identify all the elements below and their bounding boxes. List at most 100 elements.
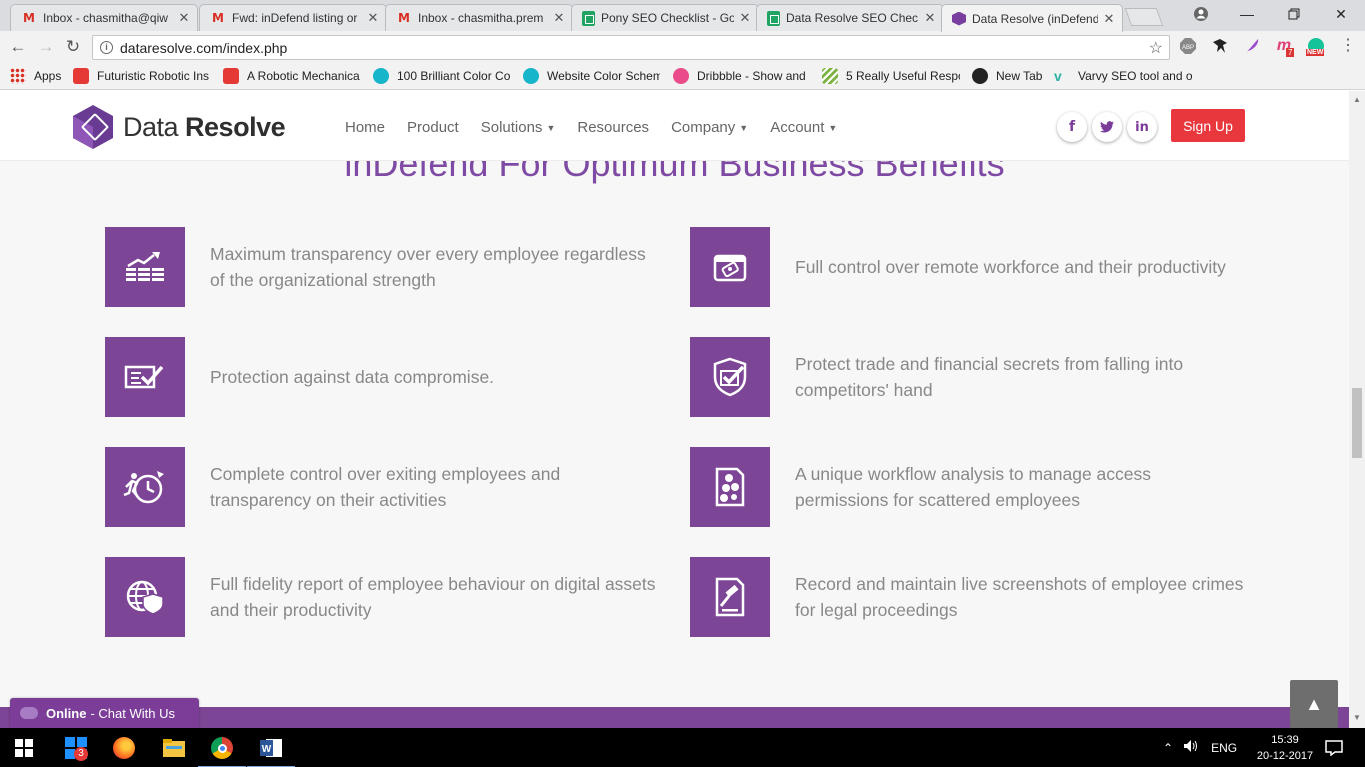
nav-home[interactable]: Home <box>345 119 385 136</box>
close-tab-icon[interactable]: ✕ <box>738 10 752 26</box>
reload-icon[interactable]: ↻ <box>63 37 83 57</box>
adblock-icon[interactable]: ABP <box>1178 36 1198 56</box>
close-tab-icon[interactable]: ✕ <box>1102 11 1116 27</box>
store-icon[interactable]: 3 <box>62 734 90 762</box>
feature-text: Complete control over exiting employees … <box>210 464 561 510</box>
workflow-icon <box>690 447 770 527</box>
word-icon[interactable]: W <box>247 734 295 767</box>
firefox-icon[interactable] <box>110 734 138 762</box>
m-extension-icon[interactable]: m 7 <box>1274 36 1295 57</box>
notification-icon[interactable] <box>1320 734 1348 762</box>
bookmark-item[interactable]: 100 Brilliant Color Co <box>373 68 511 84</box>
varvy-icon: v <box>1054 68 1062 84</box>
feature-item: Full control over remote workforce and t… <box>690 227 1245 307</box>
bookmark-item[interactable]: 5 Really Useful Respo <box>822 68 960 84</box>
language-indicator[interactable]: ENG <box>1211 741 1237 755</box>
bookmark-favicon-icon <box>972 68 988 84</box>
feather-extension-icon[interactable] <box>1242 36 1262 56</box>
close-tab-icon[interactable]: ✕ <box>366 10 380 26</box>
new-tab-button[interactable] <box>1124 8 1164 26</box>
chrome-icon[interactable] <box>198 734 246 767</box>
grammarly-extension-icon[interactable]: NEW <box>1306 36 1326 56</box>
feature-text: Full control over remote workforce and t… <box>795 257 1226 277</box>
browser-tab[interactable]: Data Resolve SEO Chec ✕ <box>756 4 944 31</box>
dataresolve-icon <box>952 11 966 26</box>
caret-down-icon: ▼ <box>546 123 556 134</box>
nav-resources[interactable]: Resources <box>577 119 649 136</box>
feature-item: Full fidelity report of employee behavio… <box>105 557 660 637</box>
bookmark-apps[interactable]: Apps <box>10 68 70 84</box>
feature-item: A unique workflow analysis to manage acc… <box>690 447 1245 527</box>
browser-toolbar: ← → ↻ i dataresolve.com/index.php ☆ <box>0 31 1365 63</box>
page-scrollbar[interactable]: ▲ ▼ <box>1349 91 1365 728</box>
nav-product[interactable]: Product <box>407 119 459 136</box>
feature-text: Maximum transparency over every employee… <box>210 244 646 290</box>
page-viewport: Data Resolve Home Product Solutions ▼ Res… <box>0 91 1349 728</box>
feature-text: Protection against data compromise. <box>210 367 495 387</box>
feature-item: Record and maintain live screenshots of … <box>690 557 1245 637</box>
profile-icon[interactable] <box>1178 0 1224 28</box>
bookmark-favicon-icon <box>523 68 539 84</box>
browser-tab[interactable]: Pony SEO Checklist - Go ✕ <box>571 4 759 31</box>
bookmark-favicon-icon <box>223 68 239 84</box>
feature-item: Protection against data compromise. <box>105 337 660 417</box>
volume-icon[interactable] <box>1183 739 1199 756</box>
show-hidden-icons[interactable]: ⌃ <box>1163 741 1173 755</box>
checked-document-icon <box>105 337 185 417</box>
minimize-icon[interactable]: — <box>1224 0 1270 28</box>
windows-start-icon[interactable] <box>10 734 38 762</box>
address-bar[interactable]: i dataresolve.com/index.php ☆ <box>92 35 1170 60</box>
bookmark-item[interactable]: Dribbble - Show and <box>673 68 808 84</box>
facebook-icon[interactable]: f <box>1057 112 1087 142</box>
nav-account[interactable]: Account ▼ <box>770 119 837 136</box>
back-to-top-button[interactable]: ▲ <box>1290 680 1338 728</box>
linkedin-icon[interactable]: in <box>1127 112 1157 142</box>
site-logo[interactable]: Data Resolve <box>73 105 286 149</box>
browser-tabstrip: M Inbox - chasmitha@qiw ✕ M Fwd: inDefen… <box>0 0 1365 32</box>
site-header: Data Resolve Home Product Solutions ▼ Res… <box>0 91 1349 161</box>
scroll-down-icon[interactable]: ▼ <box>1353 713 1361 722</box>
bookmark-item[interactable]: New Tab <box>972 68 1044 84</box>
bookmark-item[interactable]: Futuristic Robotic Ins <box>73 68 210 84</box>
twitter-icon[interactable] <box>1092 112 1122 142</box>
scrollbar-thumb[interactable] <box>1352 388 1362 458</box>
browser-menu-icon[interactable]: ⋮ <box>1338 36 1358 56</box>
main-nav: Home Product Solutions ▼ Resources Compan… <box>345 119 859 136</box>
nav-solutions[interactable]: Solutions ▼ <box>481 119 556 136</box>
feature-text: A unique workflow analysis to manage acc… <box>795 464 1152 510</box>
footer-band <box>0 707 1349 728</box>
feature-item: Maximum transparency over every employee… <box>105 227 660 307</box>
close-tab-icon[interactable]: ✕ <box>177 10 191 26</box>
close-tab-icon[interactable]: ✕ <box>552 10 566 26</box>
back-icon[interactable]: ← <box>8 37 28 57</box>
forward-icon[interactable]: → <box>36 37 56 57</box>
growth-chart-icon <box>105 227 185 307</box>
taskbar-clock[interactable]: 15:39 20-12-2017 <box>1250 732 1320 764</box>
system-tray: ⌃ ENG <box>1163 728 1237 767</box>
close-tab-icon[interactable]: ✕ <box>923 10 937 26</box>
chat-widget[interactable]: Online - Chat With Us <box>10 698 199 728</box>
restore-icon[interactable] <box>1271 0 1317 28</box>
svg-text:ABP: ABP <box>1182 45 1194 51</box>
scroll-up-icon[interactable]: ▲ <box>1353 95 1361 104</box>
browser-tab[interactable]: M Fwd: inDefend listing or ✕ <box>199 4 387 31</box>
feature-text: Protect trade and financial secrets from… <box>795 354 1184 400</box>
browser-tab[interactable]: M Inbox - chasmitha@qiw ✕ <box>10 4 198 31</box>
ninja-extension-icon[interactable] <box>1210 36 1230 56</box>
apps-grid-icon <box>10 68 26 84</box>
caret-down-icon: ▼ <box>739 123 749 134</box>
feature-text: Full fidelity report of employee behavio… <box>210 574 656 620</box>
close-window-icon[interactable]: ✕ <box>1318 0 1364 28</box>
remote-device-icon <box>690 227 770 307</box>
bookmark-item[interactable]: Website Color Schem <box>523 68 660 84</box>
browser-tab[interactable]: M Inbox - chasmitha.prem ✕ <box>385 4 573 31</box>
file-explorer-icon[interactable] <box>160 734 188 762</box>
bookmark-star-icon[interactable]: ☆ <box>1149 38 1163 58</box>
bookmark-item[interactable]: A Robotic Mechanica <box>223 68 360 84</box>
sign-up-button[interactable]: Sign Up <box>1171 109 1245 142</box>
site-info-icon[interactable]: i <box>100 41 113 54</box>
bookmark-favicon-icon <box>822 68 838 84</box>
nav-company[interactable]: Company ▼ <box>671 119 748 136</box>
browser-tab-active[interactable]: Data Resolve (inDefend ✕ <box>941 4 1123 32</box>
bookmark-item[interactable]: v Varvy SEO tool and o <box>1054 68 1192 84</box>
